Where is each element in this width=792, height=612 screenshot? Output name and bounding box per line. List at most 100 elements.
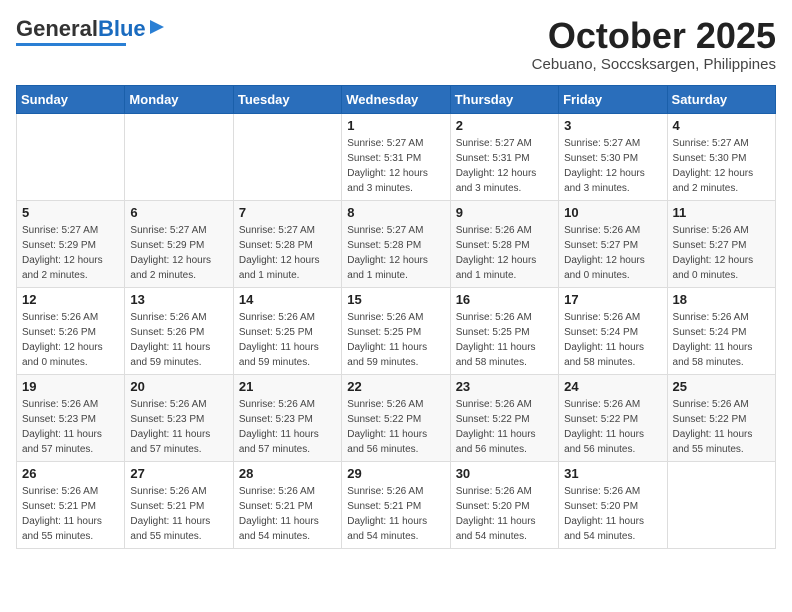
day-number: 23 <box>456 379 553 394</box>
day-info: Sunrise: 5:27 AM Sunset: 5:29 PM Dayligh… <box>22 223 119 283</box>
calendar-cell: 29 Sunrise: 5:26 AM Sunset: 5:21 PM Dayli… <box>342 461 450 548</box>
day-number: 28 <box>239 466 336 481</box>
page-header: GeneralBlue October 2025 Cebuano, Soccsk… <box>16 16 776 73</box>
day-number: 1 <box>347 118 444 133</box>
calendar-cell: 10 Sunrise: 5:26 AM Sunset: 5:27 PM Dayli… <box>559 200 667 287</box>
day-number: 16 <box>456 292 553 307</box>
day-info: Sunrise: 5:26 AM Sunset: 5:21 PM Dayligh… <box>239 484 336 544</box>
calendar-cell: 20 Sunrise: 5:26 AM Sunset: 5:23 PM Dayli… <box>125 374 233 461</box>
day-number: 15 <box>347 292 444 307</box>
calendar-cell: 18 Sunrise: 5:26 AM Sunset: 5:24 PM Dayli… <box>667 287 775 374</box>
day-info: Sunrise: 5:26 AM Sunset: 5:21 PM Dayligh… <box>130 484 227 544</box>
day-info: Sunrise: 5:27 AM Sunset: 5:30 PM Dayligh… <box>673 136 770 196</box>
day-info: Sunrise: 5:26 AM Sunset: 5:25 PM Dayligh… <box>456 310 553 370</box>
calendar-cell: 24Sunrise: 5:26 AM Sunset: 5:22 PM Dayli… <box>559 374 667 461</box>
day-number: 21 <box>239 379 336 394</box>
calendar-cell: 22Sunrise: 5:26 AM Sunset: 5:22 PM Dayli… <box>342 374 450 461</box>
day-header-thursday: Thursday <box>450 85 558 113</box>
day-info: Sunrise: 5:26 AM Sunset: 5:25 PM Dayligh… <box>347 310 444 370</box>
day-info: Sunrise: 5:27 AM Sunset: 5:28 PM Dayligh… <box>239 223 336 283</box>
day-number: 11 <box>673 205 770 220</box>
day-number: 9 <box>456 205 553 220</box>
calendar-cell: 30 Sunrise: 5:26 AM Sunset: 5:20 PM Dayli… <box>450 461 558 548</box>
day-number: 4 <box>673 118 770 133</box>
day-number: 12 <box>22 292 119 307</box>
day-number: 8 <box>347 205 444 220</box>
day-info: Sunrise: 5:26 AM Sunset: 5:21 PM Dayligh… <box>22 484 119 544</box>
logo-arrow-icon <box>148 18 166 36</box>
calendar-cell: 7Sunrise: 5:27 AM Sunset: 5:28 PM Daylig… <box>233 200 341 287</box>
day-number: 17 <box>564 292 661 307</box>
day-info: Sunrise: 5:26 AM Sunset: 5:23 PM Dayligh… <box>22 397 119 457</box>
calendar-cell <box>233 113 341 200</box>
day-info: Sunrise: 5:26 AM Sunset: 5:23 PM Dayligh… <box>239 397 336 457</box>
calendar-cell: 14Sunrise: 5:26 AM Sunset: 5:25 PM Dayli… <box>233 287 341 374</box>
calendar-week-row: 12 Sunrise: 5:26 AM Sunset: 5:26 PM Dayli… <box>17 287 776 374</box>
day-info: Sunrise: 5:26 AM Sunset: 5:28 PM Dayligh… <box>456 223 553 283</box>
calendar-table: SundayMondayTuesdayWednesdayThursdayFrid… <box>16 85 776 549</box>
calendar-cell: 13 Sunrise: 5:26 AM Sunset: 5:26 PM Dayli… <box>125 287 233 374</box>
day-number: 20 <box>130 379 227 394</box>
calendar-header-row: SundayMondayTuesdayWednesdayThursdayFrid… <box>17 85 776 113</box>
calendar-cell: 25 Sunrise: 5:26 AM Sunset: 5:22 PM Dayli… <box>667 374 775 461</box>
calendar-cell: 27Sunrise: 5:26 AM Sunset: 5:21 PM Dayli… <box>125 461 233 548</box>
day-number: 10 <box>564 205 661 220</box>
day-info: Sunrise: 5:27 AM Sunset: 5:29 PM Dayligh… <box>130 223 227 283</box>
day-number: 14 <box>239 292 336 307</box>
calendar-cell: 8 Sunrise: 5:27 AM Sunset: 5:28 PM Daylig… <box>342 200 450 287</box>
calendar-cell: 11 Sunrise: 5:26 AM Sunset: 5:27 PM Dayli… <box>667 200 775 287</box>
day-info: Sunrise: 5:27 AM Sunset: 5:30 PM Dayligh… <box>564 136 661 196</box>
day-info: Sunrise: 5:26 AM Sunset: 5:27 PM Dayligh… <box>673 223 770 283</box>
day-info: Sunrise: 5:26 AM Sunset: 5:20 PM Dayligh… <box>456 484 553 544</box>
day-number: 6 <box>130 205 227 220</box>
title-block: October 2025 Cebuano, Soccsksargen, Phil… <box>532 16 776 73</box>
calendar-week-row: 26 Sunrise: 5:26 AM Sunset: 5:21 PM Dayli… <box>17 461 776 548</box>
day-number: 18 <box>673 292 770 307</box>
calendar-cell: 1 Sunrise: 5:27 AM Sunset: 5:31 PM Daylig… <box>342 113 450 200</box>
calendar-week-row: 5 Sunrise: 5:27 AM Sunset: 5:29 PM Daylig… <box>17 200 776 287</box>
calendar-cell <box>667 461 775 548</box>
calendar-cell: 28 Sunrise: 5:26 AM Sunset: 5:21 PM Dayli… <box>233 461 341 548</box>
calendar-cell: 9 Sunrise: 5:26 AM Sunset: 5:28 PM Daylig… <box>450 200 558 287</box>
day-info: Sunrise: 5:26 AM Sunset: 5:20 PM Dayligh… <box>564 484 661 544</box>
day-info: Sunrise: 5:26 AM Sunset: 5:23 PM Dayligh… <box>130 397 227 457</box>
calendar-cell: 2Sunrise: 5:27 AM Sunset: 5:31 PM Daylig… <box>450 113 558 200</box>
day-info: Sunrise: 5:26 AM Sunset: 5:24 PM Dayligh… <box>673 310 770 370</box>
month-title: October 2025 <box>532 16 776 56</box>
day-info: Sunrise: 5:26 AM Sunset: 5:21 PM Dayligh… <box>347 484 444 544</box>
day-number: 29 <box>347 466 444 481</box>
calendar-cell: 16 Sunrise: 5:26 AM Sunset: 5:25 PM Dayli… <box>450 287 558 374</box>
day-info: Sunrise: 5:26 AM Sunset: 5:22 PM Dayligh… <box>564 397 661 457</box>
day-info: Sunrise: 5:27 AM Sunset: 5:31 PM Dayligh… <box>347 136 444 196</box>
day-number: 26 <box>22 466 119 481</box>
day-info: Sunrise: 5:26 AM Sunset: 5:27 PM Dayligh… <box>564 223 661 283</box>
calendar-cell: 31Sunrise: 5:26 AM Sunset: 5:20 PM Dayli… <box>559 461 667 548</box>
calendar-cell: 5 Sunrise: 5:27 AM Sunset: 5:29 PM Daylig… <box>17 200 125 287</box>
day-header-friday: Friday <box>559 85 667 113</box>
day-header-sunday: Sunday <box>17 85 125 113</box>
calendar-cell: 6 Sunrise: 5:27 AM Sunset: 5:29 PM Daylig… <box>125 200 233 287</box>
calendar-cell: 26 Sunrise: 5:26 AM Sunset: 5:21 PM Dayli… <box>17 461 125 548</box>
location-title: Cebuano, Soccsksargen, Philippines <box>532 56 776 73</box>
day-info: Sunrise: 5:26 AM Sunset: 5:26 PM Dayligh… <box>130 310 227 370</box>
day-header-wednesday: Wednesday <box>342 85 450 113</box>
day-number: 25 <box>673 379 770 394</box>
day-number: 30 <box>456 466 553 481</box>
calendar-cell: 21 Sunrise: 5:26 AM Sunset: 5:23 PM Dayli… <box>233 374 341 461</box>
day-number: 13 <box>130 292 227 307</box>
day-info: Sunrise: 5:26 AM Sunset: 5:22 PM Dayligh… <box>456 397 553 457</box>
calendar-cell: 12 Sunrise: 5:26 AM Sunset: 5:26 PM Dayli… <box>17 287 125 374</box>
day-header-saturday: Saturday <box>667 85 775 113</box>
calendar-cell: 19Sunrise: 5:26 AM Sunset: 5:23 PM Dayli… <box>17 374 125 461</box>
logo: GeneralBlue <box>16 16 166 46</box>
logo-text: GeneralBlue <box>16 16 146 42</box>
day-info: Sunrise: 5:26 AM Sunset: 5:22 PM Dayligh… <box>673 397 770 457</box>
day-info: Sunrise: 5:26 AM Sunset: 5:26 PM Dayligh… <box>22 310 119 370</box>
day-number: 22 <box>347 379 444 394</box>
calendar-cell: 23 Sunrise: 5:26 AM Sunset: 5:22 PM Dayli… <box>450 374 558 461</box>
calendar-cell <box>17 113 125 200</box>
day-info: Sunrise: 5:27 AM Sunset: 5:28 PM Dayligh… <box>347 223 444 283</box>
day-number: 5 <box>22 205 119 220</box>
calendar-cell <box>125 113 233 200</box>
day-info: Sunrise: 5:26 AM Sunset: 5:24 PM Dayligh… <box>564 310 661 370</box>
